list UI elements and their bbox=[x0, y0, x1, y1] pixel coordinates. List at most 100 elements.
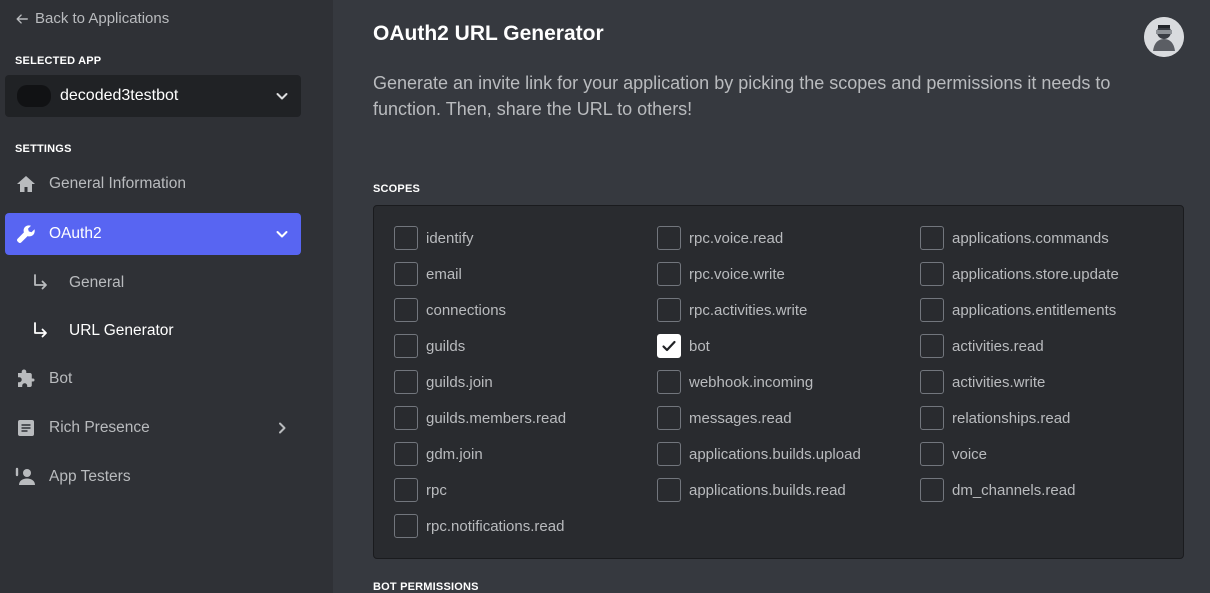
scope-label: activities.read bbox=[952, 337, 1044, 355]
scope-checkbox[interactable] bbox=[920, 406, 944, 430]
scope-email[interactable]: email bbox=[394, 262, 462, 286]
app-avatar bbox=[17, 85, 51, 107]
scope-checkbox[interactable] bbox=[657, 262, 681, 286]
scope-applications-entitlements[interactable]: applications.entitlements bbox=[920, 298, 1116, 322]
page-description: Generate an invite link for your applica… bbox=[373, 73, 1111, 119]
scope-applications-builds-upload[interactable]: applications.builds.upload bbox=[657, 442, 861, 466]
scope-checkbox[interactable] bbox=[920, 334, 944, 358]
nav-app-testers-label: App Testers bbox=[49, 468, 131, 485]
scope-checkbox[interactable] bbox=[920, 262, 944, 286]
nav-rich-presence[interactable]: Rich Presence bbox=[5, 407, 301, 449]
scope-identify[interactable]: identify bbox=[394, 226, 474, 250]
scope-label: applications.builds.read bbox=[689, 481, 846, 499]
scope-label: applications.entitlements bbox=[952, 301, 1117, 319]
back-link-label: Back to Applications bbox=[35, 10, 170, 27]
scope-voice[interactable]: voice bbox=[920, 442, 987, 466]
scope-label: rpc.notifications.read bbox=[426, 517, 565, 535]
back-to-applications-link[interactable]: Back to Applications bbox=[15, 10, 169, 27]
scope-label: gdm.join bbox=[426, 445, 483, 463]
nav-oauth2-general[interactable]: General bbox=[30, 265, 301, 301]
scope-label: guilds.members.read bbox=[426, 409, 567, 427]
person-add-icon bbox=[15, 466, 37, 488]
scopes-panel: identify email connections guilds guilds… bbox=[373, 205, 1184, 559]
scope-rpc-notifications-read[interactable]: rpc.notifications.read bbox=[394, 514, 564, 538]
scope-label: applications.commands bbox=[952, 229, 1109, 247]
scope-applications-store-update[interactable]: applications.store.update bbox=[920, 262, 1119, 286]
scope-connections[interactable]: connections bbox=[394, 298, 506, 322]
scope-label: messages.read bbox=[689, 409, 792, 427]
nav-url-generator-label: URL Generator bbox=[69, 322, 174, 339]
nav-general-information[interactable]: General Information bbox=[5, 163, 301, 205]
scope-label: identify bbox=[426, 229, 474, 247]
scope-label: webhook.incoming bbox=[689, 373, 814, 391]
sidebar: Back to Applications SELECTED APP decode… bbox=[0, 0, 333, 593]
nav-oauth2-label: OAuth2 bbox=[49, 225, 102, 242]
nav-rich-presence-label: Rich Presence bbox=[49, 419, 150, 436]
scope-checkbox[interactable] bbox=[920, 478, 944, 502]
scope-applications-commands[interactable]: applications.commands bbox=[920, 226, 1109, 250]
scope-label: rpc.voice.read bbox=[689, 229, 784, 247]
settings-heading: SETTINGS bbox=[15, 143, 72, 155]
scope-checkbox[interactable] bbox=[920, 298, 944, 322]
scope-checkbox[interactable] bbox=[394, 298, 418, 322]
scope-checkbox[interactable] bbox=[920, 226, 944, 250]
scope-dm-channels-read[interactable]: dm_channels.read bbox=[920, 478, 1075, 502]
scope-rpc-voice-read[interactable]: rpc.voice.read bbox=[657, 226, 783, 250]
scope-label: dm_channels.read bbox=[952, 481, 1076, 499]
nav-bot[interactable]: Bot bbox=[5, 358, 301, 400]
app-selector-dropdown[interactable]: decoded3testbot bbox=[5, 75, 301, 117]
scope-messages-read[interactable]: messages.read bbox=[657, 406, 792, 430]
scope-checkbox[interactable] bbox=[394, 478, 418, 502]
nav-oauth2-url-generator[interactable]: URL Generator bbox=[30, 313, 301, 349]
puzzle-piece-icon bbox=[15, 368, 37, 390]
main-content: OAuth2 URL Generator Generate an invite … bbox=[333, 0, 1210, 593]
scope-activities-read[interactable]: activities.read bbox=[920, 334, 1044, 358]
scope-guilds-members-read[interactable]: guilds.members.read bbox=[394, 406, 566, 430]
scope-checkbox[interactable] bbox=[657, 370, 681, 394]
scope-checkbox-checked[interactable] bbox=[657, 334, 681, 358]
scope-guilds-join[interactable]: guilds.join bbox=[394, 370, 493, 394]
scope-checkbox[interactable] bbox=[394, 514, 418, 538]
scope-label: voice bbox=[952, 445, 988, 463]
scope-checkbox[interactable] bbox=[394, 370, 418, 394]
chevron-down-icon bbox=[276, 231, 288, 238]
scope-rpc-voice-write[interactable]: rpc.voice.write bbox=[657, 262, 785, 286]
user-avatar[interactable] bbox=[1144, 17, 1184, 57]
scope-label: email bbox=[426, 265, 462, 283]
scope-label: rpc.voice.write bbox=[689, 265, 785, 283]
scope-checkbox[interactable] bbox=[657, 478, 681, 502]
scope-checkbox[interactable] bbox=[920, 370, 944, 394]
scope-checkbox[interactable] bbox=[657, 226, 681, 250]
selected-app-heading: SELECTED APP bbox=[15, 55, 102, 67]
scope-label: activities.write bbox=[952, 373, 1046, 391]
scope-relationships-read[interactable]: relationships.read bbox=[920, 406, 1070, 430]
scope-label: relationships.read bbox=[952, 409, 1071, 427]
scope-bot[interactable]: bot bbox=[657, 334, 710, 358]
scope-checkbox[interactable] bbox=[920, 442, 944, 466]
scope-checkbox[interactable] bbox=[394, 406, 418, 430]
scope-checkbox[interactable] bbox=[657, 406, 681, 430]
nav-oauth2[interactable]: OAuth2 bbox=[5, 213, 301, 255]
scope-checkbox[interactable] bbox=[394, 262, 418, 286]
nav-general-information-label: General Information bbox=[49, 175, 186, 192]
nav-app-testers[interactable]: App Testers bbox=[5, 456, 301, 498]
scope-checkbox[interactable] bbox=[394, 442, 418, 466]
scopes-heading: SCOPES bbox=[373, 183, 421, 195]
scope-checkbox[interactable] bbox=[657, 298, 681, 322]
bot-permissions-heading: BOT PERMISSIONS bbox=[373, 581, 479, 593]
scope-rpc[interactable]: rpc bbox=[394, 478, 447, 502]
nav-bot-label: Bot bbox=[49, 370, 73, 387]
scope-activities-write[interactable]: activities.write bbox=[920, 370, 1045, 394]
home-icon bbox=[15, 173, 37, 195]
scope-guilds[interactable]: guilds bbox=[394, 334, 465, 358]
scope-label: rpc bbox=[426, 481, 447, 499]
scope-checkbox[interactable] bbox=[657, 442, 681, 466]
scope-label: rpc.activities.write bbox=[689, 301, 808, 319]
scope-webhook-incoming[interactable]: webhook.incoming bbox=[657, 370, 813, 394]
scope-checkbox[interactable] bbox=[394, 334, 418, 358]
scope-checkbox[interactable] bbox=[394, 226, 418, 250]
scope-rpc-activities-write[interactable]: rpc.activities.write bbox=[657, 298, 807, 322]
subitem-arrow-icon bbox=[34, 322, 47, 338]
scope-gdm-join[interactable]: gdm.join bbox=[394, 442, 483, 466]
scope-applications-builds-read[interactable]: applications.builds.read bbox=[657, 478, 846, 502]
